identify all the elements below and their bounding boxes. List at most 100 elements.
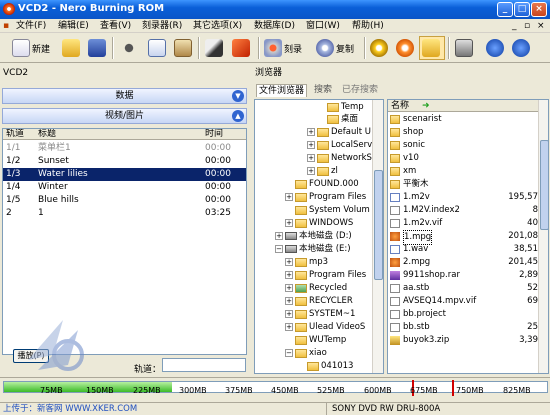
tree-item[interactable]: − xiao [285, 347, 327, 359]
expand-plus-icon[interactable]: + [285, 323, 293, 331]
help-button[interactable] [512, 36, 532, 60]
file-row[interactable]: bb.project [388, 308, 538, 321]
paste-button[interactable] [174, 36, 194, 60]
file-row[interactable]: 1.wav 38,51 [388, 243, 538, 256]
track-row[interactable]: 1/5 Blue hills 00:00 [3, 194, 246, 207]
tree-item[interactable]: + RECYCLER [285, 295, 353, 307]
tree-item[interactable]: FOUND.000 [295, 178, 359, 190]
menu-window[interactable]: 窗口(W) [306, 19, 340, 33]
wizard-button[interactable] [455, 36, 475, 60]
file-row[interactable]: aa.stb 52 [388, 282, 538, 295]
file-row[interactable]: AVSEQ14.mpv.vif 69 [388, 295, 538, 308]
tree-item[interactable]: + LocalServ [307, 139, 372, 151]
menu-edit[interactable]: 编辑(E) [58, 19, 89, 33]
expand-plus-icon[interactable]: + [307, 167, 315, 175]
mdi-close-button[interactable]: × [537, 19, 545, 33]
menu-file[interactable]: 文件(F) [16, 19, 46, 33]
about-button[interactable] [486, 36, 506, 60]
column-time[interactable]: 时间 [205, 129, 223, 140]
eject-button[interactable] [396, 36, 416, 60]
file-row[interactable]: v10 [388, 152, 538, 165]
maximize-button[interactable]: □ [514, 2, 530, 17]
menu-help[interactable]: 帮助(H) [352, 19, 384, 33]
new-button[interactable]: 新建 [12, 36, 50, 60]
expand-plus-icon[interactable]: + [285, 284, 293, 292]
file-row[interactable]: 2.mpg 201,45 [388, 256, 538, 269]
file-row[interactable]: 1.m2v.vif 40 [388, 217, 538, 230]
file-row[interactable]: shop [388, 126, 538, 139]
menu-view[interactable]: 查看(V) [100, 19, 131, 33]
expand-plus-icon[interactable]: + [285, 258, 293, 266]
expand-plus-icon[interactable]: + [285, 193, 293, 201]
tree-item[interactable]: 桌面 [327, 113, 358, 125]
file-row[interactable]: xm [388, 165, 538, 178]
file-row[interactable]: 平衡木 [388, 178, 538, 191]
save-button[interactable] [88, 36, 108, 60]
info-disc-button[interactable] [370, 36, 390, 60]
tree-item[interactable]: + Recycled [285, 282, 347, 294]
close-button[interactable]: × [531, 2, 547, 17]
expand-plus-icon[interactable]: + [275, 232, 283, 240]
burn-button[interactable]: 刻录 [264, 36, 302, 60]
tree-item[interactable]: + Ulead VideoS [285, 321, 365, 333]
section-video[interactable]: 视频/图片 ▲ [2, 108, 247, 124]
copy-clipboard-button[interactable] [148, 36, 168, 60]
collapse-minus-icon[interactable]: − [275, 245, 283, 253]
tree-item[interactable]: + SYSTEM~1 [285, 308, 355, 320]
file-row[interactable]: 1.m2v 195,57 [388, 191, 538, 204]
file-row[interactable]: 1.M2V.index2 8 [388, 204, 538, 217]
section-data[interactable]: 数据 ▼ [2, 88, 247, 104]
menu-recorder[interactable]: 刻录器(R) [142, 19, 182, 33]
browser-toggle-button[interactable] [419, 36, 445, 60]
tree-item[interactable]: WUTemp [295, 334, 346, 346]
tree-item[interactable]: + NetworkS [307, 152, 372, 164]
mdi-minimize-button[interactable]: _ [512, 19, 517, 33]
tab-search[interactable]: 搜索 [314, 84, 332, 97]
expand-plus-icon[interactable]: + [307, 154, 315, 162]
track-row-selected[interactable]: 1/3 Water lilies 00:00 [3, 168, 246, 181]
expand-plus-icon[interactable]: + [307, 128, 315, 136]
file-list[interactable]: 名称 ➜ scenarist shop sonic v10 xm 平衡木 1.m… [387, 99, 549, 374]
file-row[interactable]: bb.stb 25 [388, 321, 538, 334]
copy-disc-button[interactable]: 复制 [316, 36, 354, 60]
folder-tree[interactable]: Temp 桌面 + Default U + LocalServ + NetworkS … [254, 99, 384, 374]
column-name[interactable]: 名称 [391, 100, 409, 112]
burn-settings-button[interactable] [232, 36, 252, 60]
menu-extras[interactable]: 其它选项(X) [193, 19, 242, 33]
scrollbar-thumb[interactable] [374, 170, 383, 280]
tree-item[interactable]: + zl [307, 165, 338, 177]
tree-item[interactable]: System Volum [295, 204, 370, 216]
track-row[interactable]: 1/4 Winter 00:00 [3, 181, 246, 194]
tab-saved-search[interactable]: 已存搜索 [342, 84, 378, 97]
open-button[interactable] [62, 36, 82, 60]
tree-scrollbar[interactable] [372, 100, 383, 373]
file-row[interactable]: buyok3.zip 3,39 [388, 334, 538, 347]
mdi-icon[interactable]: ▪ [3, 19, 9, 33]
track-row[interactable]: 1/1 菜单栏1 00:00 [3, 142, 246, 155]
tree-item[interactable]: + WINDOWS [285, 217, 353, 229]
expand-plus-icon[interactable]: + [285, 271, 293, 279]
expand-plus-icon[interactable]: + [285, 219, 293, 227]
file-row[interactable]: scenarist [388, 113, 538, 126]
menu-database[interactable]: 数据库(D) [254, 19, 295, 33]
mdi-restore-button[interactable]: ▫ [524, 19, 530, 33]
scrollbar-thumb[interactable] [540, 140, 548, 230]
file-row[interactable]: 9911shop.rar 2,89 [388, 269, 538, 282]
file-row[interactable]: sonic [388, 139, 538, 152]
write-button[interactable] [205, 36, 225, 60]
tab-file-browser[interactable]: 文件浏览器 [256, 84, 308, 97]
track-row[interactable]: 2 1 03:25 [3, 207, 246, 220]
column-track[interactable]: 轨道 [6, 129, 24, 140]
cut-button[interactable] [120, 36, 140, 60]
column-title[interactable]: 标题 [38, 129, 56, 140]
expand-chevron-icon[interactable]: ▲ [232, 110, 244, 122]
file-row[interactable]: 1.mpg 201,08 [388, 230, 538, 245]
tree-item-drive-e[interactable]: − 本地磁盘 (E:) [275, 243, 351, 255]
minimize-button[interactable]: _ [497, 2, 513, 17]
tree-item[interactable]: Temp [327, 101, 364, 113]
expand-plus-icon[interactable]: + [285, 297, 293, 305]
tree-item-drive-d[interactable]: + 本地磁盘 (D:) [275, 230, 352, 242]
track-input[interactable] [162, 358, 246, 372]
tree-item[interactable]: + Default U [307, 126, 371, 138]
tree-item[interactable]: + Program Files [285, 191, 366, 203]
